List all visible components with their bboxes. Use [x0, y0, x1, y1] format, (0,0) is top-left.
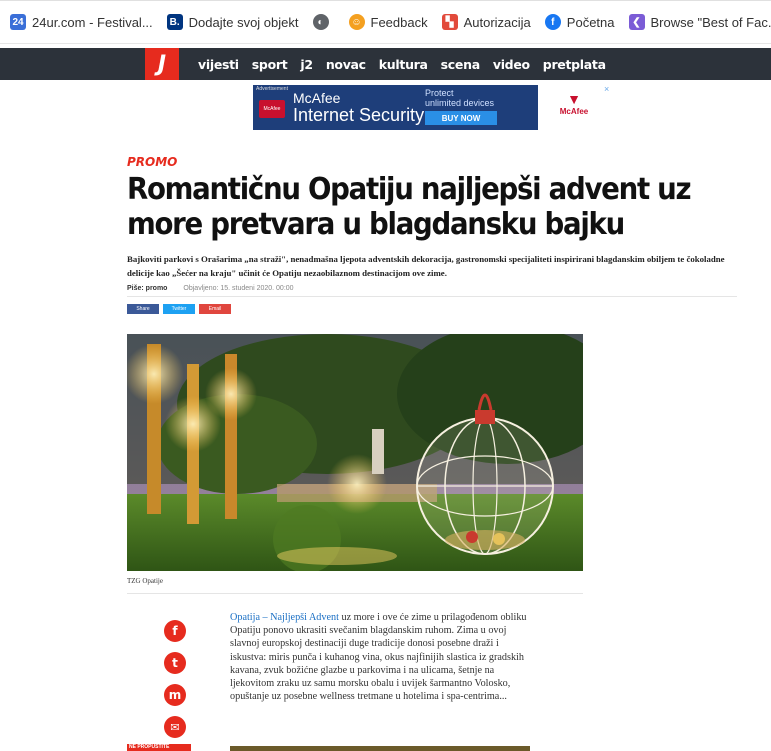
divider — [127, 593, 583, 594]
publish-date: Objavljeno: 15. studeni 2020. 00:00 — [183, 285, 294, 292]
social-email-icon[interactable]: ✉ — [164, 716, 186, 738]
ad-tagline: Protect unlimited devices — [425, 88, 495, 108]
advent-park-illustration — [127, 334, 583, 571]
mcafee-shield-icon: ▼ — [567, 91, 581, 107]
article-lead: Bajkoviti parkovi s Orašarima „na straži… — [127, 254, 725, 278]
social-facebook-icon[interactable]: f — [164, 620, 186, 642]
site-nav: J vijesti sport j2 novac kultura scena v… — [0, 48, 771, 80]
article-body: Opatija – Najljepši Advent uz more i ove… — [230, 611, 535, 703]
ad-brand: McAfee — [293, 90, 341, 106]
mcafee-logo-text: McAfee — [559, 107, 589, 116]
site-logo[interactable]: J — [145, 48, 179, 80]
ad-buy-button[interactable]: BUY NOW — [425, 111, 497, 125]
social-twitter-icon[interactable]: t — [164, 652, 186, 674]
bookmark-booking[interactable]: B. Dodajte svoj objekt — [166, 14, 299, 30]
bookmark-label: 24ur.com - Festival... — [32, 14, 153, 30]
nav-pretplata[interactable]: pretplata — [543, 57, 606, 72]
bookmark-label: Dodajte svoj objekt — [188, 14, 299, 30]
share-email-button[interactable]: Email — [199, 304, 231, 314]
nav-vijesti[interactable]: vijesti — [198, 57, 239, 72]
mcafee-ad-banner[interactable]: Advertisement McAfee McAfee Internet Sec… — [253, 85, 610, 130]
feedback-icon: ☺ — [348, 14, 365, 30]
bookmark-label: Autorizacija — [463, 14, 531, 30]
body-text: uz more i ove će zime u prilagođenom obl… — [230, 612, 527, 703]
bookmark-label: Početna — [566, 14, 615, 30]
article-kicker[interactable]: PROMO — [127, 155, 177, 169]
share-facebook-button[interactable]: Share — [127, 304, 159, 314]
nav-video[interactable]: video — [493, 57, 530, 72]
social-messenger-icon[interactable]: m — [164, 684, 186, 706]
nav-j2[interactable]: j2 — [300, 57, 313, 72]
ad-close-icon[interactable]: × — [604, 84, 609, 94]
share-twitter-button[interactable]: Twitter — [163, 304, 195, 314]
nav-kultura[interactable]: kultura — [379, 57, 428, 72]
related-thumbnail[interactable] — [230, 746, 530, 751]
bookmark-feedback[interactable]: ☺ Feedback — [348, 14, 428, 30]
nav-sport[interactable]: sport — [252, 57, 288, 72]
divider — [127, 296, 737, 297]
ad-label: Advertisement — [256, 86, 288, 92]
article-title: Romantičnu Opatiju najljepši advent uz m… — [127, 172, 692, 242]
bookmark-browse[interactable]: ❮ Browse "Best of Fac... — [628, 14, 771, 30]
image-caption: TZG Opatije — [127, 577, 163, 585]
mcafee-logo: ▼ McAfee — [538, 85, 610, 130]
article-hero-image — [127, 334, 583, 571]
nav-scena[interactable]: scena — [441, 57, 480, 72]
autorizacija-icon: ▚ — [441, 14, 458, 30]
bookmark-autorizacija[interactable]: ▚ Autorizacija — [441, 14, 531, 30]
ad-badge: McAfee — [259, 100, 285, 118]
bookmark-label: Browse "Best of Fac... — [650, 14, 771, 30]
related-tag[interactable]: NE PROPUSTITE — [127, 744, 191, 751]
facebook-icon: f — [544, 14, 561, 30]
browse-icon: ❮ — [628, 14, 645, 30]
author: Piše: promo — [127, 285, 168, 292]
24ur-icon: 24 — [10, 14, 26, 30]
ad-product: Internet Security — [293, 105, 425, 125]
article-byline: Piše: promo Objavljeno: 15. studeni 2020… — [127, 285, 294, 292]
bookmarks-bar: 24 24ur.com - Festival... B. Dodajte svo… — [0, 0, 771, 44]
share-buttons: Share Twitter Email — [127, 304, 235, 314]
bookmark-globe[interactable]: ◐ — [312, 14, 335, 30]
nav-links: vijesti sport j2 novac kultura scena vid… — [198, 48, 619, 80]
booking-icon: B. — [166, 14, 183, 30]
bookmark-label: Feedback — [370, 14, 428, 30]
globe-icon: ◐ — [312, 14, 329, 30]
bookmark-24ur[interactable]: 24 24ur.com - Festival... — [10, 14, 153, 30]
nav-novac[interactable]: novac — [326, 57, 366, 72]
bookmark-pocetna[interactable]: f Početna — [544, 14, 615, 30]
body-link[interactable]: Opatija – Najljepši Advent — [230, 612, 339, 623]
